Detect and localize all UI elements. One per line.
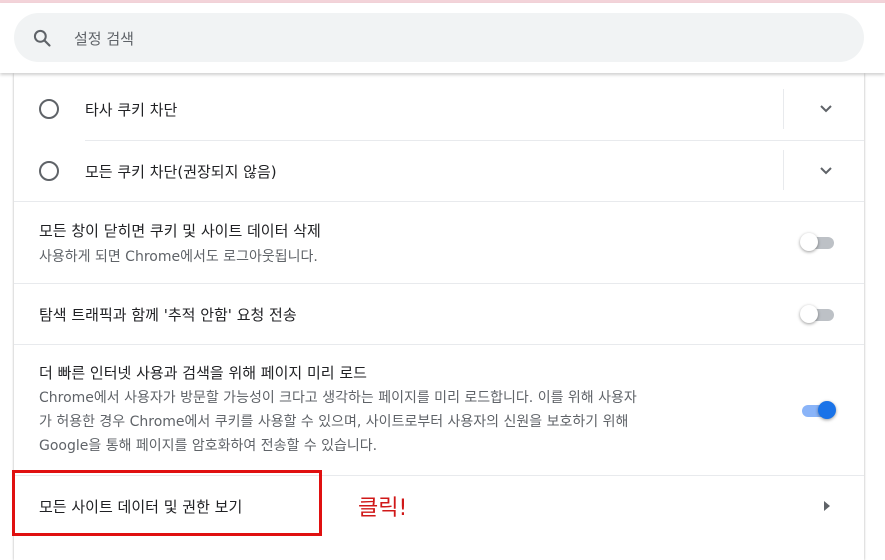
radio-row-block-third-party[interactable]: 타사 쿠키 차단 [14, 79, 864, 139]
radio-button-block-third-party[interactable] [39, 99, 59, 119]
setting-sublabel-preload-line-1: Chrome에서 사용자가 방문할 가능성이 크다고 생각하는 페이지를 미리 … [39, 390, 637, 406]
vertical-separator [783, 150, 784, 190]
radio-label-block-third-party: 타사 쿠키 차단 [85, 101, 178, 119]
radio-button-block-all[interactable] [39, 161, 59, 181]
setting-row-do-not-track[interactable]: 탐색 트래픽과 함께 '추적 안함' 요청 전송 [14, 284, 864, 344]
radio-row-block-all[interactable]: 모든 쿠키 차단(권장되지 않음) [14, 140, 864, 200]
radio-label-block-all: 모든 쿠키 차단(권장되지 않음) [85, 163, 277, 181]
setting-row-clear-on-exit[interactable]: 모든 창이 닫히면 쿠키 및 사이트 데이터 삭제 사용하게 되면 Chrome… [14, 202, 864, 282]
search-icon[interactable] [32, 28, 52, 48]
setting-sublabel-clear-on-exit: 사용하게 되면 Chrome에서도 로그아웃됩니다. [39, 249, 318, 265]
vertical-separator [783, 89, 784, 129]
search-input[interactable] [72, 13, 836, 64]
click-annotation: 클릭! [358, 496, 408, 521]
setting-sublabel-preload-line-3: Google을 통해 페이지를 암호화하여 전송할 수 있습니다. [39, 438, 378, 454]
toggle-knob [800, 305, 818, 323]
search-bar-container [0, 3, 885, 73]
arrow-right-icon[interactable] [824, 501, 830, 511]
toggle-knob [800, 233, 818, 251]
chevron-down-icon[interactable] [819, 104, 833, 114]
toggle-preload[interactable] [800, 401, 836, 419]
toggle-clear-on-exit[interactable] [800, 233, 836, 251]
setting-sublabel-preload-line-2: 가 허용한 경우 Chrome에서 쿠키를 사용할 수 있으며, 사이트로부터 … [39, 414, 629, 430]
chevron-down-icon[interactable] [819, 166, 833, 176]
setting-row-preload[interactable]: 더 빠른 인터넷 사용과 검색을 위해 페이지 미리 로드 Chrome에서 사… [14, 345, 864, 475]
toggle-knob [818, 401, 836, 419]
setting-label-do-not-track: 탐색 트래픽과 함께 '추적 안함' 요청 전송 [39, 306, 297, 324]
setting-label-clear-on-exit: 모든 창이 닫히면 쿠키 및 사이트 데이터 삭제 [39, 222, 321, 240]
search-box[interactable] [14, 13, 864, 64]
setting-label-preload: 더 빠른 인터넷 사용과 검색을 위해 페이지 미리 로드 [39, 364, 367, 382]
highlight-box [12, 470, 322, 536]
toggle-do-not-track[interactable] [800, 305, 836, 323]
